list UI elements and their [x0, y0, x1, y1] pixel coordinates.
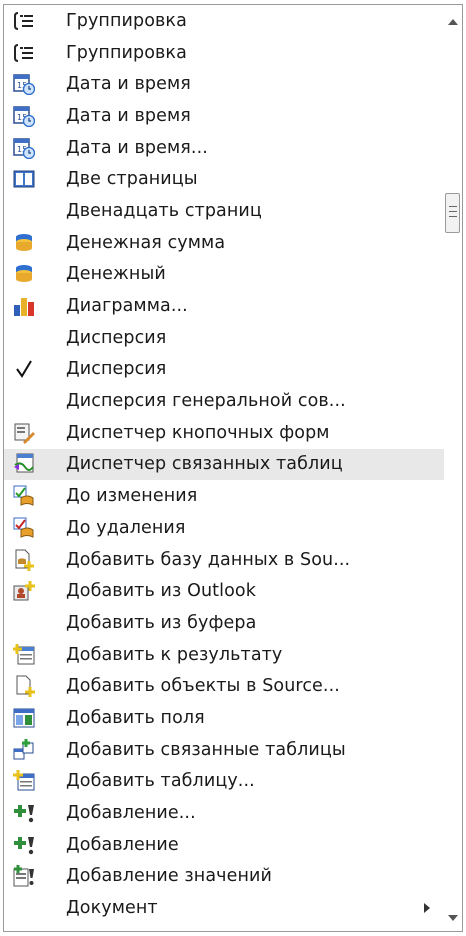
- menu-item-label: Добавить из буфера: [66, 612, 257, 633]
- grip-line: [449, 206, 457, 207]
- menu-item-label: До удаления: [66, 517, 186, 538]
- scrollbar-thumb[interactable]: [445, 193, 460, 233]
- add-from-outlook-icon: [12, 579, 36, 603]
- menu-item[interactable]: Добавление: [4, 829, 444, 861]
- add-database-icon: [12, 548, 36, 572]
- menu-item[interactable]: Добавить связанные таблицы: [4, 734, 444, 766]
- menu-item[interactable]: Добавить базу данных в Sou...: [4, 544, 444, 576]
- menu-item[interactable]: До удаления: [4, 512, 444, 544]
- menu-item-label: Денежный: [66, 264, 166, 285]
- menu-item[interactable]: До изменения: [4, 480, 444, 512]
- menu-item[interactable]: Денежная сумма: [4, 227, 444, 259]
- menu-item-label: Дата и время: [66, 105, 191, 126]
- menu-item-label: Дисперсия генеральной сов...: [66, 391, 346, 412]
- menu-item-label: Добавить из Outlook: [66, 581, 256, 602]
- menu-item-label: Добавить объекты в Source...: [66, 676, 340, 697]
- add-fields-icon: [12, 706, 36, 730]
- add-table-icon: [12, 769, 36, 793]
- currency-icon: [12, 231, 36, 255]
- menu-item[interactable]: Дисперсия: [4, 322, 444, 354]
- before-delete-icon: [12, 516, 36, 540]
- menu-item[interactable]: 15 Дата и время: [4, 68, 444, 100]
- menu-item[interactable]: Документ: [4, 892, 444, 924]
- add-objects-icon: [12, 674, 36, 698]
- menu-item[interactable]: Две страницы: [4, 163, 444, 195]
- grouping-icon: [12, 9, 36, 33]
- menu-item[interactable]: Добавить к результату: [4, 639, 444, 671]
- menu-item[interactable]: Группировка: [4, 37, 444, 69]
- menu-item-label: Добавить связанные таблицы: [66, 739, 346, 760]
- menu-item[interactable]: Диспетчер кнопочных форм: [4, 417, 444, 449]
- menu-item[interactable]: Добавить объекты в Source...: [4, 670, 444, 702]
- before-change-icon: [12, 484, 36, 508]
- vertical-scrollbar[interactable]: [444, 5, 462, 931]
- menu-item[interactable]: 15 Дата и время...: [4, 132, 444, 164]
- menu-item-label: До изменения: [66, 486, 198, 507]
- menu-item-label: Добавление...: [66, 803, 196, 824]
- menu-item-label: Две страницы: [66, 169, 198, 190]
- menu-item-label: Денежная сумма: [66, 232, 226, 253]
- menu-item-label: Диаграмма...: [66, 296, 188, 317]
- grip-line: [449, 211, 457, 212]
- date-time-icon: 15: [12, 72, 36, 96]
- append-values-icon: [12, 864, 36, 888]
- menu-item[interactable]: Двенадцать страниц: [4, 195, 444, 227]
- switchboard-manager-icon: [12, 421, 36, 445]
- menu-item[interactable]: Диаграмма...: [4, 290, 444, 322]
- menu-item[interactable]: Диспетчер связанных таблиц: [4, 448, 444, 481]
- menu-item[interactable]: Добавление значений: [4, 861, 444, 893]
- menu-item-label: Добавление значений: [66, 866, 272, 887]
- menu-item-label: Группировка: [66, 10, 187, 31]
- menu-item[interactable]: Добавить поля: [4, 702, 444, 734]
- menu-item[interactable]: Дисперсия генеральной сов...: [4, 385, 444, 417]
- command-list-panel: Группировка Группировка 15 Дата и время 15 Да…: [3, 4, 463, 932]
- menu-item[interactable]: Добавить из буфера: [4, 607, 444, 639]
- currency-icon: [12, 262, 36, 286]
- menu-item-label: Дисперсия: [66, 327, 167, 348]
- menu-item[interactable]: Денежный: [4, 259, 444, 291]
- two-pages-icon: [12, 167, 36, 191]
- checkmark-icon: [12, 357, 36, 381]
- append-query-icon: [12, 801, 36, 825]
- grip-line: [449, 216, 457, 217]
- menu-item-label: Дисперсия: [66, 359, 167, 380]
- menu-item-label: Дата и время: [66, 74, 191, 95]
- menu-item-label: Двенадцать страниц: [66, 200, 262, 221]
- menu-item-label: Дата и время...: [66, 137, 208, 158]
- grouping-icon: [12, 41, 36, 65]
- linked-table-manager-icon: [12, 452, 36, 476]
- menu-item[interactable]: Добавить таблицу...: [4, 766, 444, 798]
- menu-item-label: Группировка: [66, 42, 187, 63]
- scroll-up-arrow-icon[interactable]: [448, 19, 458, 25]
- menu-item-label: Диспетчер кнопочных форм: [66, 422, 330, 443]
- menu-item-label: Добавление: [66, 834, 179, 855]
- menu-item-label: Диспетчер связанных таблиц: [66, 454, 343, 475]
- menu-item[interactable]: 15 Дата и время: [4, 100, 444, 132]
- date-time-icon: 15: [12, 136, 36, 160]
- scroll-down-arrow-icon[interactable]: [448, 915, 458, 921]
- menu-item[interactable]: Группировка: [4, 5, 444, 37]
- submenu-arrow-icon: [424, 903, 430, 914]
- date-time-icon: 15: [12, 104, 36, 128]
- menu-item-label: Добавить таблицу...: [66, 771, 255, 792]
- menu-item[interactable]: Добавление...: [4, 797, 444, 829]
- append-query-icon: [12, 833, 36, 857]
- add-linked-tables-icon: [12, 738, 36, 762]
- menu-item-label: Добавить базу данных в Sou...: [66, 549, 351, 570]
- menu-item[interactable]: Добавить из Outlook: [4, 575, 444, 607]
- menu-item-label: Добавить поля: [66, 707, 205, 728]
- menu-item-label: Добавить к результату: [66, 644, 283, 665]
- add-to-result-icon: [12, 643, 36, 667]
- command-list: Группировка Группировка 15 Дата и время 15 Да…: [4, 5, 444, 924]
- menu-item-label: Документ: [66, 898, 158, 919]
- menu-item[interactable]: Дисперсия: [4, 354, 444, 386]
- chart-icon: [12, 294, 36, 318]
